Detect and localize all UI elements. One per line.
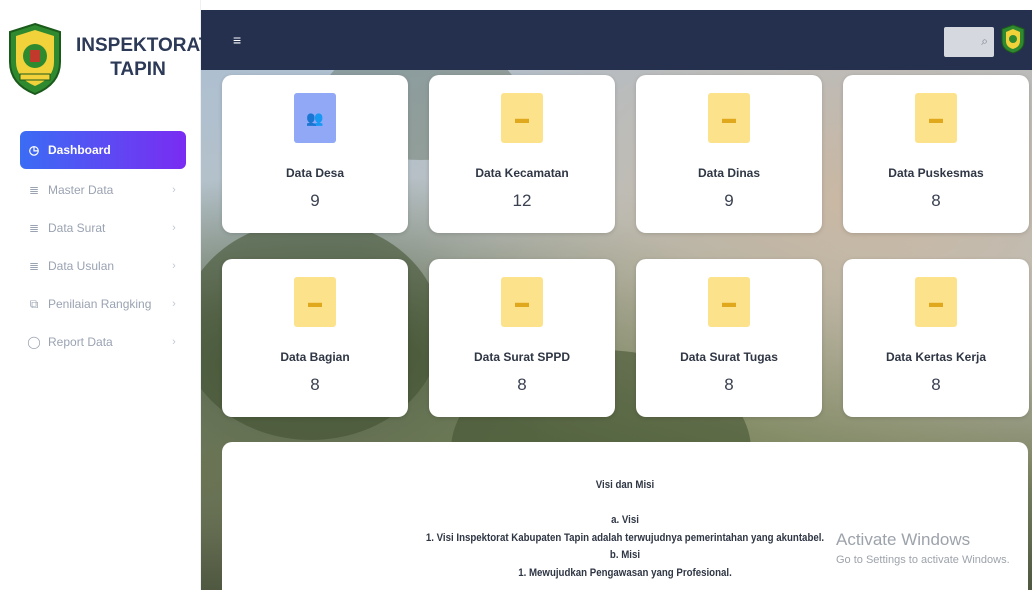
tapin-logo [9, 22, 61, 96]
database-icon: ≣ [28, 259, 40, 273]
brand-line-2: TAPIN [110, 59, 166, 80]
sidebar-item-data-surat[interactable]: ≣ Data Surat › [20, 209, 186, 247]
database-icon: ≣ [28, 221, 40, 235]
search-input[interactable]: ⌕ [944, 27, 994, 57]
card-title: Data Surat Tugas [680, 350, 778, 364]
misi-text: 1. Mewujudkan Pengawasan yang Profesiona… [518, 567, 732, 579]
sidebar-item-master-data[interactable]: ≣ Master Data › [20, 171, 186, 209]
sidebar-item-penilaian-rangking[interactable]: ⧉ Penilaian Rangking › [20, 285, 186, 323]
sidebar-item-dashboard[interactable]: ◷ Dashboard [20, 131, 186, 169]
sidebar-item-label: Data Usulan [48, 259, 115, 273]
database-icon: ≣ [28, 183, 40, 197]
car-icon: ▬ [708, 277, 750, 327]
clock-icon: ◷ [28, 143, 40, 157]
users-icon: 👥 [294, 93, 336, 143]
card-title: Data Desa [285, 166, 345, 180]
car-icon: ▬ [708, 93, 750, 143]
sidebar-item-label: Data Surat [48, 221, 106, 235]
sidebar-item-label: Report Data [48, 335, 113, 349]
sidebar: INSPEKTORAT TAPIN ◷ Dashboard ≣ Master D… [0, 0, 211, 590]
watermark-title: Activate Windows [836, 530, 971, 549]
chat-icon: ◯ [27, 335, 41, 349]
car-icon: ▬ [294, 277, 336, 327]
card-title: Data Puskesmas [888, 166, 984, 180]
brand-line-1: INSPEKTORAT [76, 35, 211, 56]
avatar[interactable] [1000, 24, 1026, 54]
card-value: 8 [931, 375, 941, 394]
brand[interactable]: INSPEKTORAT TAPIN [6, 22, 211, 102]
card-data-surat-tugas[interactable]: ▬ Data Surat Tugas 8 [636, 259, 822, 417]
card-data-surat-sppd[interactable]: ▬ Data Surat SPPD 8 [429, 259, 615, 417]
visi-label: a. Visi [611, 514, 639, 526]
watermark-subtitle: Go to Settings to activate Windows. [836, 554, 1010, 566]
sidebar-item-label: Master Data [48, 183, 114, 197]
card-title: Data Bagian [280, 350, 350, 364]
card-value: 12 [512, 191, 532, 210]
sidebar-item-label: Penilaian Rangking [48, 297, 152, 311]
card-data-kertas-kerja[interactable]: ▬ Data Kertas Kerja 8 [843, 259, 1029, 417]
chevron-right-icon: › [172, 184, 176, 196]
card-value: 9 [724, 191, 734, 210]
card-data-puskesmas[interactable]: ▬ Data Puskesmas 8 [843, 75, 1029, 233]
sidebar-item-label: Dashboard [48, 143, 111, 157]
brand-title: INSPEKTORAT TAPIN [76, 34, 211, 82]
sidebar-item-report-data[interactable]: ◯ Report Data › [20, 323, 186, 361]
activate-windows-watermark: Activate Windows Go to Settings to activ… [836, 530, 1010, 566]
chevron-right-icon: › [172, 336, 176, 348]
copy-icon: ⧉ [29, 296, 39, 311]
chevron-right-icon: › [172, 222, 176, 234]
card-value: 8 [517, 375, 527, 394]
sidebar-item-data-usulan[interactable]: ≣ Data Usulan › [20, 247, 186, 285]
menu-icon[interactable]: ≡ [233, 32, 241, 48]
car-icon: ▬ [915, 277, 957, 327]
car-icon: ▬ [915, 93, 957, 143]
card-title: Data Kecamatan [475, 166, 569, 180]
card-title: Data Kertas Kerja [885, 350, 987, 364]
car-icon: ▬ [501, 93, 543, 143]
sidebar-nav: ◷ Dashboard ≣ Master Data › ≣ Data Surat… [0, 131, 200, 361]
search-icon[interactable]: ⌕ [981, 34, 988, 49]
card-data-desa[interactable]: 👥 Data Desa 9 [222, 75, 408, 233]
card-value: 8 [310, 375, 320, 394]
chevron-right-icon: › [172, 260, 176, 272]
card-value: 8 [931, 191, 941, 210]
card-data-bagian[interactable]: ▬ Data Bagian 8 [222, 259, 408, 417]
card-value: 8 [724, 375, 734, 394]
visi-misi-panel: Visi dan Misi a. Visi 1. Visi Inspektora… [222, 442, 1028, 602]
card-data-kecamatan[interactable]: ▬ Data Kecamatan 12 [429, 75, 615, 233]
visi-misi-heading: Visi dan Misi [595, 479, 655, 491]
top-bar: ≡ ⌕ [201, 10, 1032, 70]
card-data-dinas[interactable]: ▬ Data Dinas 9 [636, 75, 822, 233]
card-title: Data Surat SPPD [473, 350, 571, 364]
card-value: 9 [310, 191, 320, 210]
chevron-right-icon: › [172, 298, 176, 310]
card-title: Data Dinas [697, 166, 761, 180]
car-icon: ▬ [501, 277, 543, 327]
